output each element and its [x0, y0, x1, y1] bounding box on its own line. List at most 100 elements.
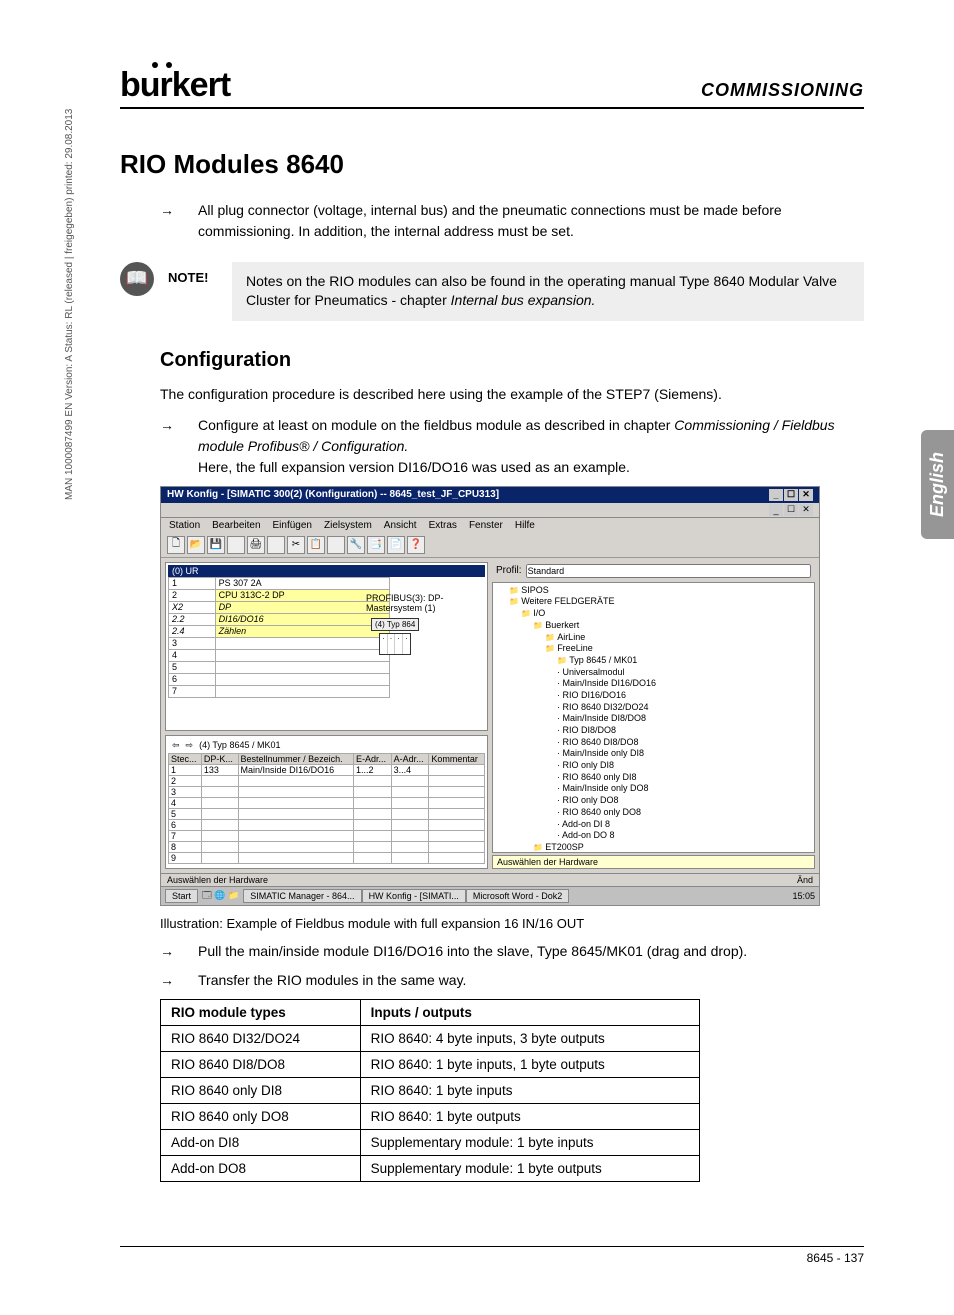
status-bar: Auswählen der Hardware Änd — [161, 873, 819, 886]
toolbar-button[interactable]: 📄 — [387, 536, 405, 554]
menu-hilfe[interactable]: Hilfe — [515, 520, 535, 531]
window-titlebar: HW Konfig - [SIMATIC 300(2) (Konfigurati… — [161, 487, 819, 503]
clock: 15:05 — [792, 891, 815, 901]
toolbar-button[interactable]: 📑 — [367, 536, 385, 554]
toolbar[interactable]: 🗋📂💾 🖨 ✂📋 🔧📑📄❓ — [161, 533, 819, 558]
table-row: Add-on DO8Supplementary module: 1 byte o… — [161, 1155, 700, 1181]
tree-node[interactable]: Typ 8645 / MK01 — [497, 655, 810, 667]
profile-row: Profil: — [492, 562, 815, 580]
arrow-icon: → — [160, 415, 178, 478]
taskbar-item[interactable]: SIMATIC Manager - 864... — [243, 889, 361, 903]
maximize-icon: ☐ — [784, 489, 798, 501]
tray-icons[interactable]: 🗔 🌐 📁 — [202, 888, 239, 904]
module-assignment-table[interactable]: Stec...DP-K...Bestellnummer / Bezeich.E-… — [168, 753, 485, 864]
logo: burkert — [120, 70, 230, 101]
toolbar-button[interactable]: 📂 — [187, 536, 205, 554]
bus-label: PROFIBUS(3): DP-Mastersystem (1) — [366, 593, 487, 613]
nav-fwd-icon[interactable]: ⇨ — [186, 740, 194, 751]
page-title: RIO Modules 8640 — [120, 149, 864, 180]
toolbar-button[interactable] — [227, 536, 245, 554]
tree-node[interactable]: RIO 8640 DI8/DO8 — [497, 737, 810, 749]
close-icon: ✕ — [799, 489, 813, 501]
tree-node[interactable]: RIO DI16/DO16 — [497, 690, 810, 702]
tree-node[interactable]: I/O — [497, 608, 810, 620]
toolbar-button[interactable]: 📋 — [307, 536, 325, 554]
menubar[interactable]: Station Bearbeiten Einfügen Zielsystem Ansic… — [161, 518, 819, 533]
taskbar-item[interactable]: HW Konfig - [SIMATI... — [362, 889, 466, 903]
window-title: HW Konfig - [SIMATIC 300(2) (Konfigurati… — [167, 489, 499, 500]
profile-label: Profil: — [496, 565, 522, 576]
device-node[interactable]: (4) Typ 864 ···· — [371, 618, 419, 657]
tree-node[interactable]: Weitere FELDGERÄTE — [497, 596, 810, 608]
slave-label: (4) Typ 8645 / MK01 — [199, 740, 280, 750]
tree-node[interactable]: AirLine — [497, 632, 810, 644]
profile-select[interactable] — [526, 564, 811, 578]
table-row: RIO 8640 DI8/DO8RIO 8640: 1 byte inputs,… — [161, 1051, 700, 1077]
toolbar-button[interactable]: 🔧 — [347, 536, 365, 554]
rack-slot-table[interactable]: 1PS 307 2A2CPU 313C-2 DPX2DP2.2DI16/DO16… — [168, 577, 390, 698]
tree-node[interactable]: Add-on DO 8 — [497, 830, 810, 842]
config-bullet: → Configure at least on module on the fi… — [160, 415, 864, 478]
toolbar-button[interactable] — [267, 536, 285, 554]
taskbar-item[interactable]: Microsoft Word - Dok2 — [466, 889, 569, 903]
toolbar-button[interactable]: 💾 — [207, 536, 225, 554]
toolbar-button[interactable]: 🗋 — [167, 536, 185, 554]
tree-node[interactable]: Main/Inside DI8/DO8 — [497, 713, 810, 725]
menu-bearbeiten[interactable]: Bearbeiten — [212, 520, 260, 531]
window-controls[interactable]: _☐✕ — [769, 489, 813, 501]
tree-node[interactable]: RIO 8640 only DI8 — [497, 772, 810, 784]
tree-node[interactable]: Universalmodul — [497, 667, 810, 679]
page-footer: 8645 - 137 — [120, 1246, 864, 1265]
tree-node[interactable]: Main/Inside DI16/DO16 — [497, 678, 810, 690]
tree-node[interactable]: RIO only DI8 — [497, 760, 810, 772]
table-header: RIO module types — [161, 999, 361, 1025]
tree-node[interactable]: Main/Inside only DI8 — [497, 748, 810, 760]
inner-titlebar: _☐✕ — [161, 503, 819, 518]
tree-node[interactable]: ET200SP — [497, 842, 810, 853]
rack-header: (0) UR — [168, 565, 485, 577]
menu-station[interactable]: Station — [169, 520, 200, 531]
toolbar-button[interactable]: ❓ — [407, 536, 425, 554]
menu-ansicht[interactable]: Ansicht — [384, 520, 417, 531]
embedded-screenshot: HW Konfig - [SIMATIC 300(2) (Konfigurati… — [160, 486, 820, 906]
tree-node[interactable]: SIPOS — [497, 585, 810, 597]
table-row: RIO 8640 only DI8RIO 8640: 1 byte inputs — [161, 1077, 700, 1103]
table-header: Inputs / outputs — [360, 999, 699, 1025]
note-text: Notes on the RIO modules can also be fou… — [232, 262, 864, 321]
tree-node[interactable]: RIO 8640 DI32/DO24 — [497, 702, 810, 714]
start-button[interactable]: Start — [165, 889, 198, 903]
table-row: RIO 8640 only DO8RIO 8640: 1 byte output… — [161, 1103, 700, 1129]
taskbar[interactable]: Start 🗔 🌐 📁 SIMATIC Manager - 864...HW K… — [161, 886, 819, 905]
intro-text: All plug connector (voltage, internal bu… — [198, 200, 864, 242]
tree-node[interactable]: Buerkert — [497, 620, 810, 632]
toolbar-button[interactable]: ✂ — [287, 536, 305, 554]
toolbar-button[interactable]: 🖨 — [247, 536, 265, 554]
menu-extras[interactable]: Extras — [429, 520, 457, 531]
table-row: RIO 8640 DI32/DO24RIO 8640: 4 byte input… — [161, 1025, 700, 1051]
menu-fenster[interactable]: Fenster — [469, 520, 503, 531]
config-heading: Configuration — [160, 349, 864, 372]
menu-einfügen[interactable]: Einfügen — [273, 520, 312, 531]
language-tab[interactable]: English — [921, 430, 954, 539]
tree-node[interactable]: Add-on DI 8 — [497, 819, 810, 831]
nav-back-icon[interactable]: ⇦ — [172, 740, 180, 751]
tree-node[interactable]: RIO DI8/DO8 — [497, 725, 810, 737]
tree-node[interactable]: RIO only DO8 — [497, 795, 810, 807]
inner-window-controls[interactable]: _☐✕ — [769, 504, 813, 516]
doc-metadata: MAN 1000087499 EN Version: A Status: RL … — [64, 109, 75, 500]
toolbar-button[interactable] — [327, 536, 345, 554]
tree-node[interactable]: RIO 8640 only DO8 — [497, 807, 810, 819]
arrow-icon: → — [160, 941, 178, 962]
tree-node[interactable]: FreeLine — [497, 643, 810, 655]
arrow-icon: → — [160, 200, 178, 242]
intro-bullet: → All plug connector (voltage, internal … — [160, 200, 864, 242]
tree-node[interactable]: Main/Inside only DO8 — [497, 783, 810, 795]
note-label: NOTE! — [168, 262, 218, 285]
config-bullet-text: Configure at least on module on the fiel… — [198, 415, 864, 478]
table-row: Add-on DI8Supplementary module: 1 byte i… — [161, 1129, 700, 1155]
section-label: COMMISSIONING — [701, 80, 864, 101]
menu-zielsystem[interactable]: Zielsystem — [324, 520, 372, 531]
instruction-bullet: →Pull the main/inside module DI16/DO16 i… — [160, 941, 864, 962]
minimize-icon: _ — [769, 489, 783, 501]
hardware-catalog-tree[interactable]: SIPOSWeitere FELDGERÄTEI/OBuerkertAirLin… — [492, 582, 815, 853]
